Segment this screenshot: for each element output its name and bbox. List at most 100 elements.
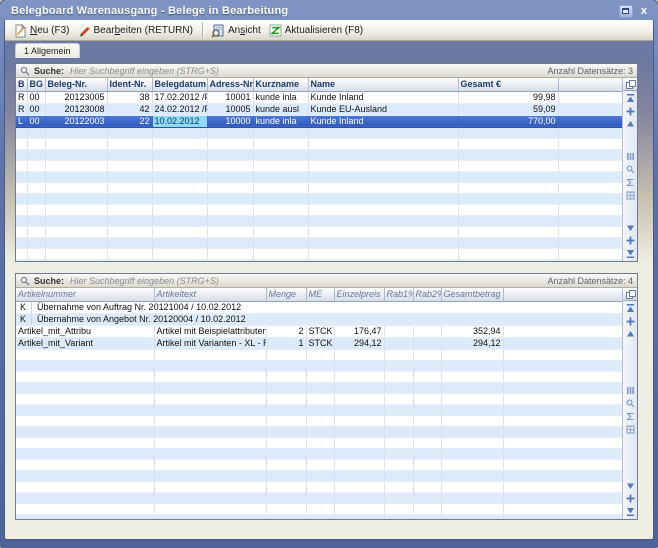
documents-grid-panel: Suche: Hier Suchbegriff eingeben (STRG+S…	[15, 63, 638, 262]
column-header-b[interactable]: B	[16, 78, 27, 91]
note-row[interactable]: K Übernahme von Auftrag Nr. 20121004 / 1…	[16, 301, 622, 313]
document-row[interactable]: R 00 20123008 42 24.02.2012 /Fr 10005 ku…	[16, 103, 622, 115]
position-row[interactable]: Artikel_mit_Attribu Artikel mit Beispiel…	[16, 325, 622, 337]
column-header-rab1[interactable]: Rab1%	[384, 288, 413, 301]
empty-row	[16, 226, 622, 237]
documents-header-row: B BG Beleg-Nr. Ident-Nr. Belegdatum Adre…	[16, 78, 622, 91]
empty-row	[16, 248, 622, 259]
column-header-rab2[interactable]: Rab2%	[413, 288, 441, 301]
note-row[interactable]: K Übernahme von Angebot Nr. 20120004 / 1…	[16, 313, 622, 325]
record-count: Anzahl Datensätze: 4	[547, 276, 633, 286]
empty-row	[16, 259, 622, 261]
restore-icon	[622, 8, 629, 14]
documents-search-bar[interactable]: Suche: Hier Suchbegriff eingeben (STRG+S…	[16, 64, 637, 78]
copy-grid-icon	[626, 290, 634, 298]
empty-row	[16, 138, 622, 149]
scroll-down-icon[interactable]	[626, 223, 635, 232]
scroll-up-icon[interactable]	[626, 120, 635, 129]
column-chooser-icon[interactable]	[626, 152, 635, 161]
empty-row	[16, 204, 622, 215]
note-marker: K	[18, 314, 32, 325]
search-hint: Hier Suchbegriff eingeben (STRG+S)	[70, 276, 219, 286]
restore-window-button[interactable]	[619, 5, 633, 18]
positions-grid-body: Artikelnummer Artikeltext Menge ME Einze…	[16, 288, 637, 519]
documents-grid-side-strip	[622, 78, 637, 261]
search-hint: Hier Suchbegriff eingeben (STRG+S)	[70, 66, 219, 76]
tab-strip: 1 Allgemein	[5, 41, 653, 58]
search-icon	[20, 66, 30, 76]
window-controls: x	[619, 5, 650, 18]
scroll-to-bottom-icon[interactable]	[626, 507, 635, 516]
column-header-me[interactable]: ME	[306, 288, 334, 301]
record-count: Anzahl Datensätze: 3	[547, 66, 633, 76]
column-header-gesamtbetrag[interactable]: Gesamtbetrag	[441, 288, 503, 301]
column-header-adress-nr[interactable]: Adress-Nr.	[207, 78, 253, 91]
scroll-down-icon[interactable]	[626, 481, 635, 490]
scroll-to-bottom-icon[interactable]	[626, 249, 635, 258]
column-header-ident-nr[interactable]: Ident-Nr.	[107, 78, 152, 91]
refresh-button[interactable]: Aktualisieren (F8)	[266, 23, 368, 38]
column-header-kurzname[interactable]: Kurzname	[253, 78, 308, 91]
sum-icon[interactable]	[626, 412, 635, 421]
empty-row	[16, 481, 622, 492]
column-header-name[interactable]: Name	[308, 78, 458, 91]
empty-row	[16, 371, 622, 382]
positions-grid-side-strip	[622, 288, 637, 519]
empty-row	[16, 193, 622, 204]
empty-row	[16, 448, 622, 459]
positions-search-bar[interactable]: Suche: Hier Suchbegriff eingeben (STRG+S…	[16, 274, 637, 288]
column-header-artikeltext[interactable]: Artikeltext	[154, 288, 266, 301]
tab-allgemein[interactable]: 1 Allgemein	[15, 43, 80, 58]
note-marker: K	[18, 302, 32, 313]
window-titlebar[interactable]: Belegboard Warenausgang - Belege in Bear…	[4, 2, 654, 20]
grid-settings-icon[interactable]	[626, 191, 635, 200]
column-header-menge[interactable]: Menge	[266, 288, 306, 301]
empty-row	[16, 393, 622, 404]
scroll-to-top-icon[interactable]	[626, 304, 635, 313]
documents-grid-body: B BG Beleg-Nr. Ident-Nr. Belegdatum Adre…	[16, 78, 637, 261]
zoom-icon[interactable]	[626, 165, 635, 174]
add-record-icon[interactable]	[626, 317, 635, 326]
search-label: Suche:	[34, 276, 64, 286]
empty-row	[16, 160, 622, 171]
empty-row	[16, 382, 622, 393]
empty-row	[16, 215, 622, 226]
add-record-icon[interactable]	[626, 107, 635, 116]
scroll-up-icon[interactable]	[626, 330, 635, 339]
grid-settings-icon[interactable]	[626, 425, 635, 434]
column-header-blank	[558, 78, 622, 91]
positions-grid-panel: Suche: Hier Suchbegriff eingeben (STRG+S…	[15, 273, 638, 520]
new-button[interactable]: Neu (F3)	[11, 23, 74, 39]
edit-button[interactable]: Bearbeiten (RETURN)	[74, 23, 197, 39]
sum-icon[interactable]	[626, 178, 635, 187]
scroll-to-top-icon[interactable]	[626, 94, 635, 103]
empty-row	[16, 360, 622, 371]
empty-row	[16, 415, 622, 426]
grid-options-button[interactable]	[623, 288, 638, 301]
close-window-button[interactable]: x	[638, 5, 650, 18]
position-row[interactable]: Artikel_mit_Variant Artikel mit Variante…	[16, 337, 622, 349]
grid-options-button[interactable]	[623, 78, 638, 91]
note-text: Übernahme von Angebot Nr. 20120004 / 10.…	[32, 314, 246, 325]
column-header-beleg-nr[interactable]: Beleg-Nr.	[45, 78, 107, 91]
add-record-below-icon[interactable]	[626, 236, 635, 245]
add-record-below-icon[interactable]	[626, 494, 635, 503]
column-header-artikelnummer[interactable]: Artikelnummer	[16, 288, 154, 301]
empty-row	[16, 503, 622, 514]
zoom-icon[interactable]	[626, 399, 635, 408]
column-header-einzelpreis[interactable]: Einzelpreis	[334, 288, 384, 301]
document-row[interactable]: R 00 20123005 38 17.02.2012 /Fr 10001 ku…	[16, 91, 622, 103]
empty-row	[16, 470, 622, 481]
column-chooser-icon[interactable]	[626, 386, 635, 395]
belegdatum-edit-cell[interactable]: 10.02.2012	[152, 115, 207, 127]
new-document-icon	[14, 24, 27, 38]
view-button[interactable]: Ansicht	[208, 23, 266, 39]
empty-row	[16, 459, 622, 470]
column-header-belegdatum[interactable]: Belegdatum	[152, 78, 207, 91]
note-text: Übernahme von Auftrag Nr. 20121004 / 10.…	[32, 302, 241, 313]
document-row-selected[interactable]: L 00 20122003 22 10.02.2012 10000 kunde …	[16, 115, 622, 127]
positions-header-row: Artikelnummer Artikeltext Menge ME Einze…	[16, 288, 622, 301]
column-header-bg[interactable]: BG	[27, 78, 45, 91]
empty-row	[16, 349, 622, 360]
column-header-gesamt[interactable]: Gesamt €	[458, 78, 558, 91]
